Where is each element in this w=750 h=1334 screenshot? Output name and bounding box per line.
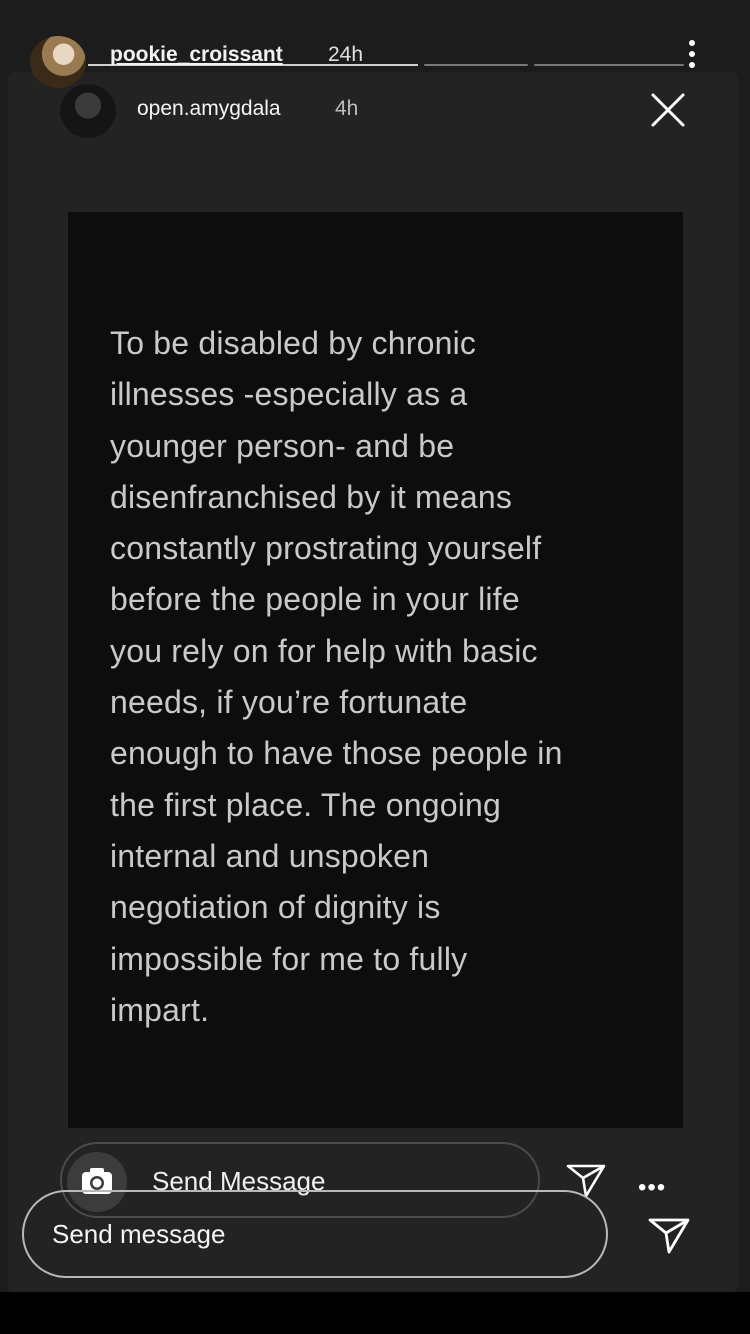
story-timestamp: 24h <box>328 43 364 66</box>
story-progress-bar-2 <box>424 64 528 66</box>
shared-story-username: open.amygdala <box>137 97 281 120</box>
shared-story-timestamp: 4h <box>335 97 359 120</box>
more-vertical-icon[interactable] <box>684 40 700 76</box>
close-icon[interactable] <box>648 92 688 128</box>
more-horizontal-icon: ••• <box>638 1174 667 1201</box>
shared-avatar <box>60 84 116 138</box>
quote-text: To be disabled by chronic illnesses -esp… <box>110 325 563 1028</box>
story-progress-bar-3 <box>534 64 684 66</box>
send-icon[interactable] <box>646 1212 692 1256</box>
message-placeholder[interactable]: Send message <box>52 1219 225 1250</box>
bottom-bar <box>0 1292 750 1334</box>
story-username[interactable]: pookie_croissant <box>110 43 283 67</box>
avatar[interactable] <box>30 36 86 88</box>
